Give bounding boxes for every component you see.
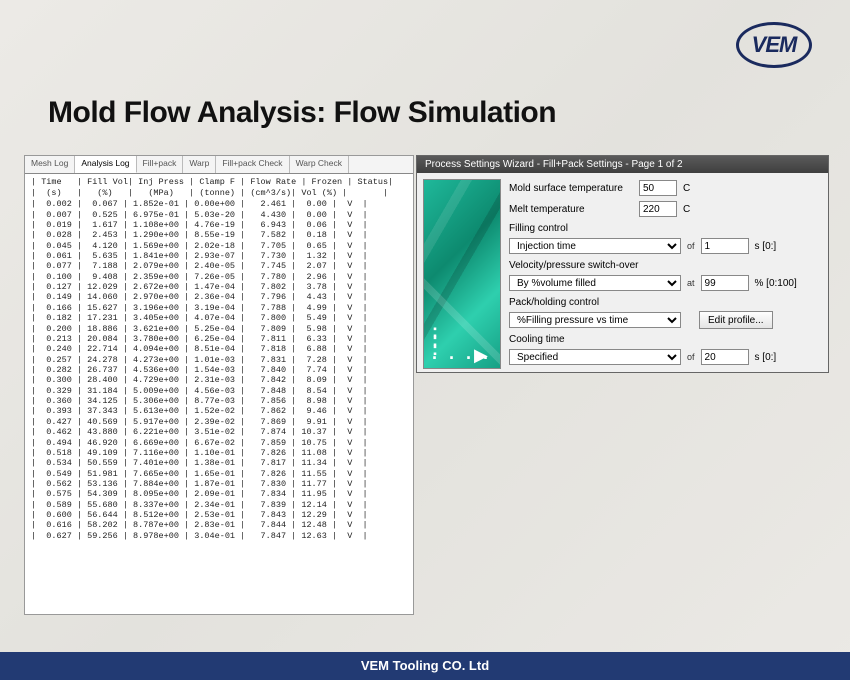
unit-melt-temp: C <box>681 204 690 215</box>
input-vp-value[interactable] <box>701 275 749 291</box>
label-filling-of: of <box>685 241 697 251</box>
input-mold-surface-temp[interactable] <box>639 180 677 196</box>
log-tab-analysis-log[interactable]: Analysis Log <box>75 156 136 173</box>
label-vp-switch: Velocity/pressure switch-over <box>509 258 822 271</box>
log-tab-fill-pack[interactable]: Fill+pack <box>137 156 184 173</box>
page-title: Mold Flow Analysis: Flow Simulation <box>48 96 556 130</box>
log-tab-fill-pack-check[interactable]: Fill+pack Check <box>216 156 289 173</box>
app-container: Mesh LogAnalysis LogFill+packWarpFill+pa… <box>24 155 829 615</box>
select-cooling[interactable]: Specified <box>509 349 681 365</box>
row-pack-holding: %Filling pressure vs time Edit profile..… <box>509 311 822 329</box>
input-filling-value[interactable] <box>701 238 749 254</box>
log-tab-mesh-log[interactable]: Mesh Log <box>25 156 75 173</box>
label-cooling: Cooling time <box>509 332 822 345</box>
wizard-flow-arrow-icon: : : : · · · · ▶ <box>432 327 492 360</box>
wizard-title-bar: Process Settings Wizard - Fill+Pack Sett… <box>417 156 828 173</box>
vem-logo: VEM <box>736 22 812 68</box>
row-mold-surface-temp: Mold surface temperature C <box>509 179 822 197</box>
analysis-log-panel: Mesh LogAnalysis LogFill+packWarpFill+pa… <box>24 155 414 615</box>
log-header-line2: | (s) | (%) | (MPa) | (tonne) | (cm^3/s)… <box>31 188 388 198</box>
select-vp-switch[interactable]: By %volume filled <box>509 275 681 291</box>
label-vp-at: at <box>685 278 697 288</box>
wizard-form: Mold surface temperature C Melt temperat… <box>509 179 822 369</box>
label-mold-surface-temp: Mold surface temperature <box>509 183 635 194</box>
unit-vp: % [0:100] <box>753 278 797 289</box>
log-tab-warp[interactable]: Warp <box>183 156 216 173</box>
input-melt-temp[interactable] <box>639 201 677 217</box>
log-tab-warp-check[interactable]: Warp Check <box>290 156 349 173</box>
wizard-body: : : : · · · · ▶ Mold surface temperature… <box>417 173 828 375</box>
row-cooling: Specified of s [0:] <box>509 348 822 366</box>
log-tab-strip: Mesh LogAnalysis LogFill+packWarpFill+pa… <box>25 156 413 174</box>
log-header: | Time | Fill Vol| Inj Press | Clamp F |… <box>25 174 413 199</box>
unit-mold-surface-temp: C <box>681 183 690 194</box>
row-vp-switch: By %volume filled at % [0:100] <box>509 274 822 292</box>
process-settings-wizard: Process Settings Wizard - Fill+Pack Sett… <box>416 155 829 373</box>
unit-filling: s [0:] <box>753 241 777 252</box>
select-pack-holding[interactable]: %Filling pressure vs time <box>509 312 681 328</box>
label-pack-holding: Pack/holding control <box>509 295 822 308</box>
log-body: | 0.002 | 0.067 | 1.852e-01 | 0.00e+00 |… <box>25 199 413 614</box>
log-header-line1: | Time | Fill Vol| Inj Press | Clamp F |… <box>31 177 393 187</box>
row-melt-temp: Melt temperature C <box>509 200 822 218</box>
label-cooling-of: of <box>685 352 697 362</box>
input-cooling-value[interactable] <box>701 349 749 365</box>
label-melt-temp: Melt temperature <box>509 204 635 215</box>
wizard-sidebar-image: : : : · · · · ▶ <box>423 179 501 369</box>
select-filling-control[interactable]: Injection time <box>509 238 681 254</box>
label-filling-control: Filling control <box>509 221 822 234</box>
row-filling-control: Injection time of s [0:] <box>509 237 822 255</box>
edit-profile-button[interactable]: Edit profile... <box>699 311 773 329</box>
logo-text: VEM <box>752 32 797 58</box>
page-footer: VEM Tooling CO. Ltd <box>0 652 850 680</box>
unit-cooling: s [0:] <box>753 352 777 363</box>
